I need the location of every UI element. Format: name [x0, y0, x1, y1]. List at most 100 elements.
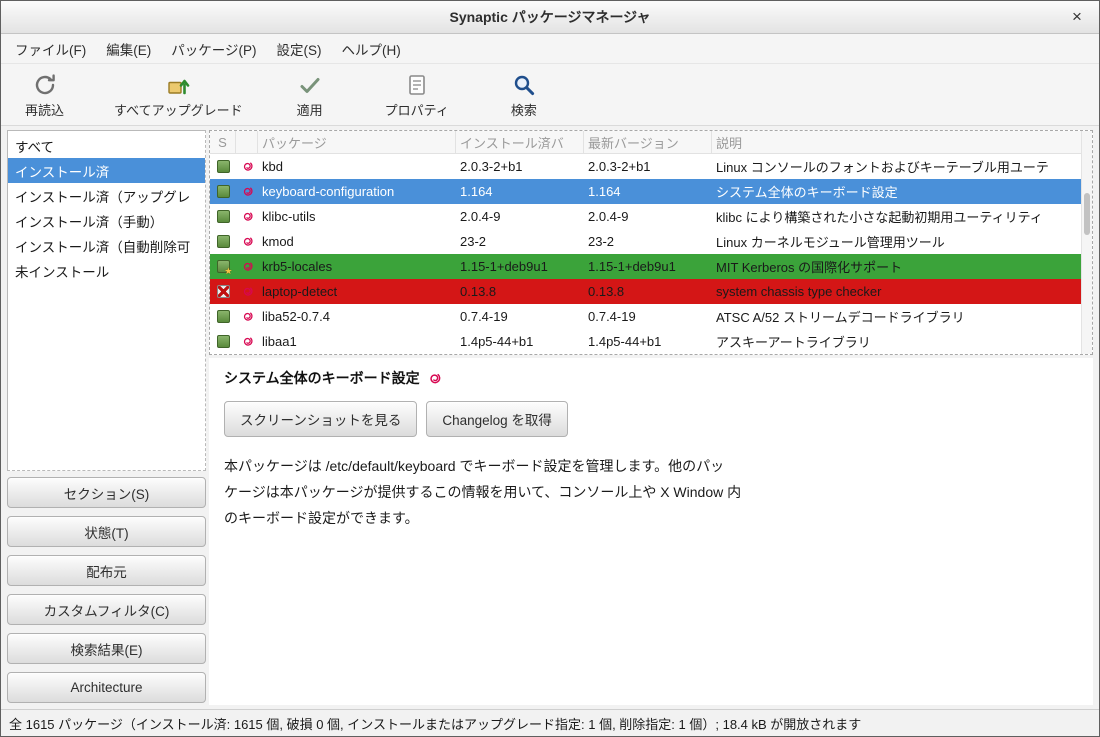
table-header: S パッケージ インストール済バ 最新バージョン 説明: [210, 131, 1092, 154]
header-description[interactable]: 説明: [712, 131, 1092, 153]
debian-swirl-icon: [427, 371, 442, 386]
debian-swirl-icon: [241, 160, 254, 173]
synaptic-window: Synaptic パッケージマネージャ × ファイル(F) 編集(E) パッケー…: [0, 0, 1100, 737]
close-icon[interactable]: ×: [1067, 7, 1087, 27]
search-button[interactable]: 検索: [493, 68, 555, 122]
menu-file[interactable]: ファイル(F): [5, 34, 96, 63]
properties-button[interactable]: プロパティ: [371, 68, 463, 122]
search-results-button[interactable]: 検索結果(E): [7, 633, 206, 664]
table-row-keyboard-configuration[interactable]: keyboard-configuration 1.164 1.164 システム全…: [210, 179, 1092, 204]
package-description: klibc により構築された小さな起動初期用ユーティリティ: [712, 204, 1092, 229]
table-row-klibc-utils[interactable]: klibc-utils 2.0.4-9 2.0.4-9 klibc により構築さ…: [210, 204, 1092, 229]
vertical-scrollbar[interactable]: [1081, 131, 1092, 354]
latest-version: 2.0.4-9: [584, 204, 712, 229]
sections-button[interactable]: セクション(S): [7, 477, 206, 508]
origin-button[interactable]: 配布元: [7, 555, 206, 586]
menu-edit[interactable]: 編集(E): [96, 34, 161, 63]
menu-help[interactable]: ヘルプ(H): [331, 34, 410, 63]
apply-icon: [297, 72, 323, 98]
toolbar: 再読込 すべてアップグレード 適用 プロパティ 検索: [1, 64, 1099, 126]
installed-version: 23-2: [456, 229, 584, 254]
sidebar: すべて インストール済 インストール済（アップグレ インストール済（手動） イン…: [7, 130, 206, 705]
package-description: Linux コンソールのフォントおよびキーテーブル用ユーテ: [712, 154, 1092, 179]
apply-button[interactable]: 適用: [279, 68, 341, 122]
filter-installed-autoremovable[interactable]: インストール済（自動削除可: [8, 233, 205, 258]
latest-version: 23-2: [584, 229, 712, 254]
table-row-kmod[interactable]: kmod 23-2 23-2 Linux カーネルモジュール管理用ツール: [210, 229, 1092, 254]
status-summary: 全 1615 パッケージ（インストール済: 1615 個, 破損 0 個, イン…: [9, 714, 861, 733]
installed-version: 2.0.4-9: [456, 204, 584, 229]
menu-settings[interactable]: 設定(S): [266, 34, 331, 63]
menubar: ファイル(F) 編集(E) パッケージ(P) 設定(S) ヘルプ(H): [1, 34, 1099, 64]
debian-swirl-icon: [241, 335, 254, 348]
package-long-description: 本パッケージは /etc/default/keyboard でキーボード設定を管…: [224, 453, 744, 531]
status-installed-icon: [217, 210, 230, 223]
header-package[interactable]: パッケージ: [258, 131, 456, 153]
latest-version: 1.15-1+deb9u1: [584, 254, 712, 279]
statusbar: 全 1615 パッケージ（インストール済: 1615 個, 破損 0 個, イン…: [1, 709, 1099, 736]
status-installed-icon: [217, 160, 230, 173]
package-name: kmod: [258, 229, 456, 254]
apply-label: 適用: [297, 100, 323, 119]
get-changelog-button[interactable]: Changelog を取得: [426, 401, 568, 437]
package-description: Linux カーネルモジュール管理用ツール: [712, 229, 1092, 254]
filter-not-installed[interactable]: 未インストール: [8, 258, 205, 283]
debian-swirl-icon: [241, 310, 254, 323]
table-row-kbd[interactable]: kbd 2.0.3-2+b1 2.0.3-2+b1 Linux コンソールのフォ…: [210, 154, 1092, 179]
table-row-laptop-detect[interactable]: laptop-detect 0.13.8 0.13.8 system chass…: [210, 279, 1092, 304]
menu-package[interactable]: パッケージ(P): [161, 34, 266, 63]
package-description: アスキーアートライブラリ: [712, 329, 1092, 354]
reload-label: 再読込: [25, 100, 64, 119]
package-name: libaa1: [258, 329, 456, 354]
header-installed-version[interactable]: インストール済バ: [456, 131, 584, 153]
status-installed-icon: [217, 335, 230, 348]
installed-version: 2.0.3-2+b1: [456, 154, 584, 179]
filter-list: すべて インストール済 インストール済（アップグレ インストール済（手動） イン…: [7, 130, 206, 471]
header-latest-version[interactable]: 最新バージョン: [584, 131, 712, 153]
package-description: system chassis type checker: [712, 279, 1092, 304]
installed-version: 0.7.4-19: [456, 304, 584, 329]
latest-version: 1.4p5-44+b1: [584, 329, 712, 354]
reload-button[interactable]: 再読込: [11, 68, 78, 122]
header-supported[interactable]: [236, 131, 258, 153]
debian-swirl-icon: [241, 185, 254, 198]
filter-installed-upgradable[interactable]: インストール済（アップグレ: [8, 183, 205, 208]
properties-label: プロパティ: [385, 100, 449, 119]
upgrade-all-button[interactable]: すべてアップグレード: [100, 68, 257, 122]
details-title: システム全体のキーボード設定: [224, 368, 420, 388]
package-name: krb5-locales: [258, 254, 456, 279]
package-name: liba52-0.7.4: [258, 304, 456, 329]
filter-installed-manual[interactable]: インストール済（手動）: [8, 208, 205, 233]
upgrade-all-label: すべてアップグレード: [114, 100, 243, 119]
scrollbar-thumb[interactable]: [1084, 193, 1090, 235]
main-pane: S パッケージ インストール済バ 最新バージョン 説明 kbd 2.0.3-2+…: [209, 130, 1093, 705]
package-description: ATSC A/52 ストリームデコードライブラリ: [712, 304, 1092, 329]
filter-installed[interactable]: インストール済: [8, 158, 205, 183]
table-row-liba52[interactable]: liba52-0.7.4 0.7.4-19 0.7.4-19 ATSC A/52…: [210, 304, 1092, 329]
debian-swirl-icon: [241, 285, 254, 298]
header-status[interactable]: S: [210, 131, 236, 153]
package-name: keyboard-configuration: [258, 179, 456, 204]
status-button[interactable]: 状態(T): [7, 516, 206, 547]
latest-version: 2.0.3-2+b1: [584, 154, 712, 179]
sidebar-buttons: セクション(S) 状態(T) 配布元 カスタムフィルタ(C) 検索結果(E) A…: [7, 477, 206, 705]
status-marked-remove-icon: [217, 285, 230, 298]
custom-filters-button[interactable]: カスタムフィルタ(C): [7, 594, 206, 625]
package-description: システム全体のキーボード設定: [712, 179, 1092, 204]
table-row-krb5-locales[interactable]: krb5-locales 1.15-1+deb9u1 1.15-1+deb9u1…: [210, 254, 1092, 279]
debian-swirl-icon: [241, 260, 254, 273]
status-marked-upgrade-icon: [217, 260, 230, 273]
package-name: klibc-utils: [258, 204, 456, 229]
view-screenshot-button[interactable]: スクリーンショットを見る: [224, 401, 417, 437]
titlebar: Synaptic パッケージマネージャ ×: [1, 1, 1099, 34]
architecture-button[interactable]: Architecture: [7, 672, 206, 703]
package-name: kbd: [258, 154, 456, 179]
search-label: 検索: [511, 100, 537, 119]
status-installed-icon: [217, 310, 230, 323]
installed-version: 1.164: [456, 179, 584, 204]
status-installed-icon: [217, 185, 230, 198]
filter-all[interactable]: すべて: [8, 133, 205, 158]
package-description: MIT Kerberos の国際化サポート: [712, 254, 1092, 279]
main-content: すべて インストール済 インストール済（アップグレ インストール済（手動） イン…: [1, 126, 1099, 709]
table-row-libaa1[interactable]: libaa1 1.4p5-44+b1 1.4p5-44+b1 アスキーアートライ…: [210, 329, 1092, 354]
